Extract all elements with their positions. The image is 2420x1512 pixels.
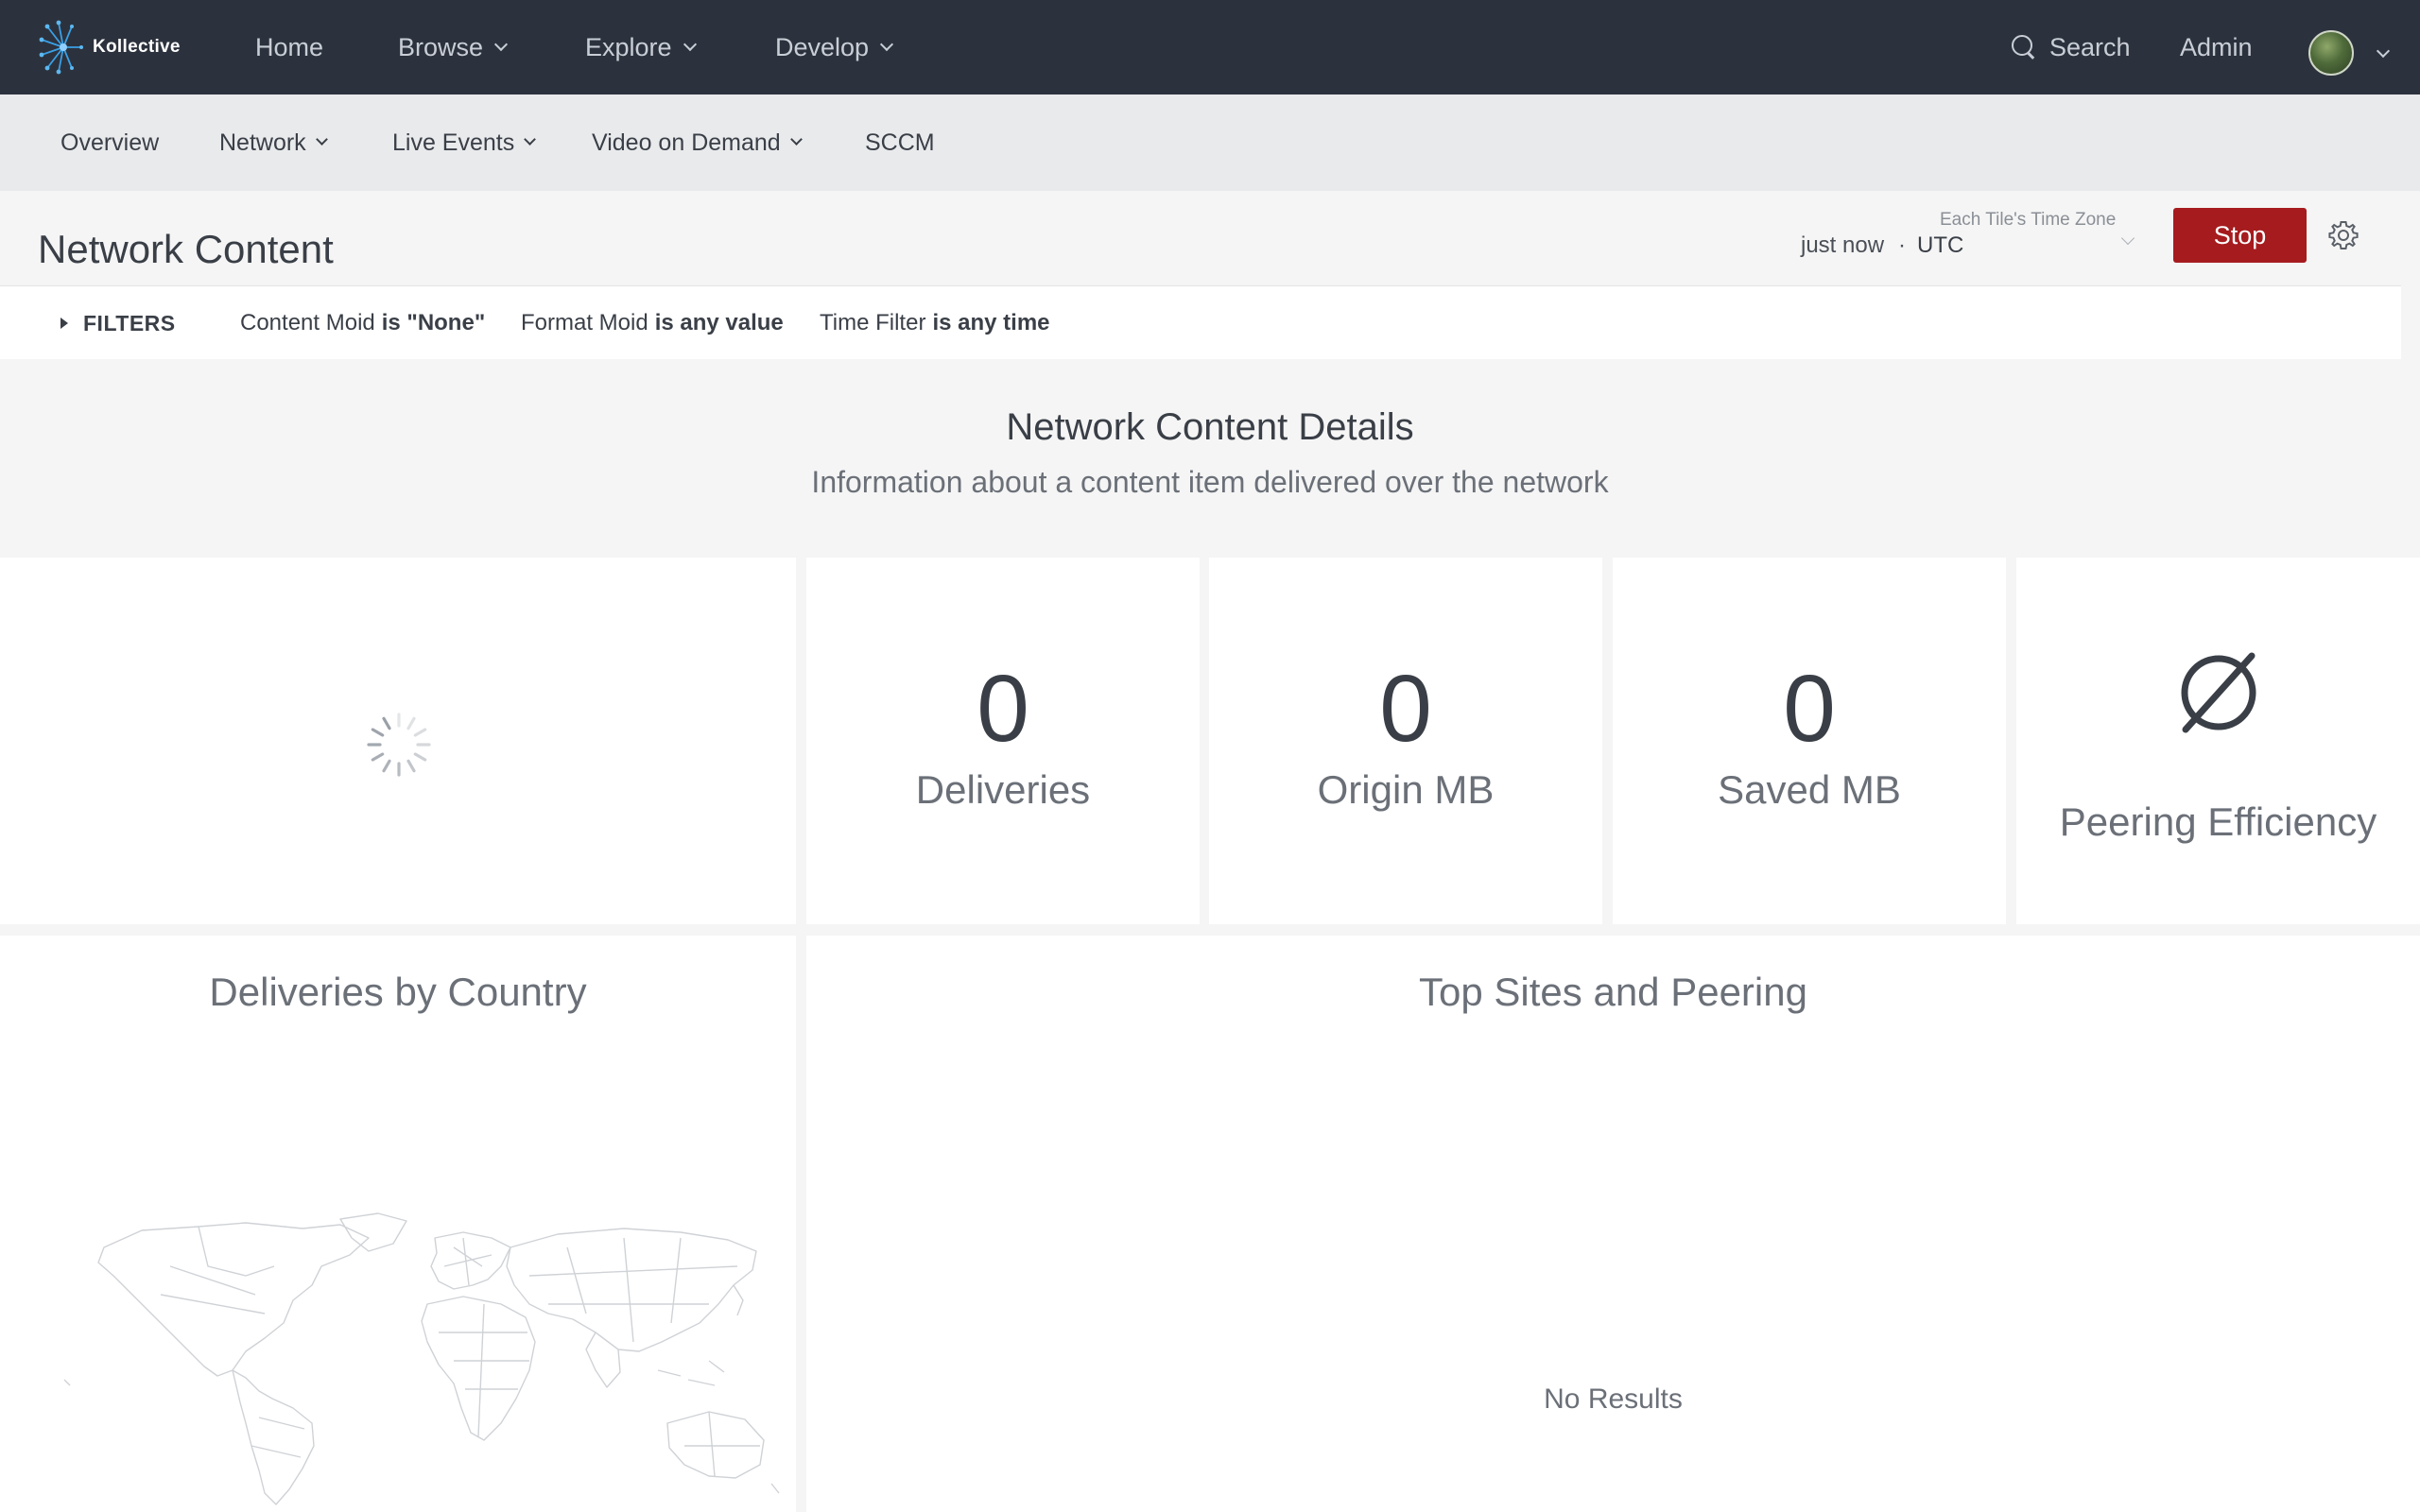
last-refreshed: just now: [1801, 232, 1885, 258]
tile-top-sites-and-peering: Top Sites and Peering No Results: [806, 936, 2420, 1512]
subnav-network-label: Network: [219, 129, 306, 156]
nav-search-label: Search: [2049, 32, 2131, 61]
world-map-icon: [63, 1212, 780, 1505]
origin-mb-label: Origin MB: [1317, 767, 1495, 812]
nav-home-label: Home: [255, 32, 324, 61]
chevron-down-icon: [879, 37, 894, 51]
filter-value: is any value: [654, 310, 784, 335]
tile-saved-mb: 0 Saved MB: [1613, 558, 2006, 924]
saved-mb-label: Saved MB: [1718, 767, 1901, 812]
page-title: Network Content: [38, 227, 334, 271]
dashboard-header: Network Content Each Tile's Time Zone ju…: [0, 191, 2420, 285]
subnav-sccm[interactable]: SCCM: [865, 94, 935, 191]
secondary-navigation-bar: Overview Network Live Events Video on De…: [0, 94, 2420, 191]
filter-field: Time Filter: [820, 310, 926, 335]
gear-icon[interactable]: [2327, 219, 2360, 251]
tile-origin-mb: 0 Origin MB: [1209, 558, 1602, 924]
nav-browse[interactable]: Browse: [398, 0, 509, 94]
nav-develop-label: Develop: [775, 32, 870, 61]
filters-label: FILTERS: [83, 310, 176, 335]
timezone-caption: Each Tile's Time Zone: [1940, 210, 2117, 230]
nav-home[interactable]: Home: [255, 0, 323, 94]
deliveries-label: Deliveries: [915, 767, 1091, 812]
empty-set-icon: [2181, 652, 2256, 733]
timezone-dropdown-toggle[interactable]: [2110, 231, 2135, 248]
tile-loading: [0, 558, 796, 924]
nav-explore[interactable]: Explore: [585, 0, 697, 94]
spinner-icon: [367, 713, 431, 777]
filter-field: Format Moid: [521, 310, 648, 335]
top-navigation-bar: Kollective Home Browse Explore Develop S…: [0, 0, 2420, 94]
tile-peering-efficiency: Peering Efficiency: [2016, 558, 2420, 924]
subnav-overview[interactable]: Overview: [60, 94, 159, 191]
subnav-sccm-label: SCCM: [865, 129, 935, 156]
dashboard-subtitle: Information about a content item deliver…: [811, 465, 1609, 499]
chevron-down-icon: [683, 37, 697, 51]
avatar-menu-toggle[interactable]: [2365, 43, 2391, 60]
nav-browse-label: Browse: [398, 32, 484, 61]
nav-search[interactable]: Search: [2012, 0, 2131, 94]
filter-field: Content Moid: [240, 310, 375, 335]
chevron-down-icon: [2120, 231, 2135, 246]
dashboard-title: Network Content Details: [1006, 406, 1414, 448]
search-icon: [2012, 35, 2036, 60]
tile-deliveries-by-country: Deliveries by Country: [0, 936, 796, 1512]
nav-admin[interactable]: Admin: [2180, 0, 2253, 94]
saved-mb-value: 0: [1783, 656, 1836, 762]
kollective-logo-icon: [39, 20, 83, 75]
filter-value: is "None": [381, 310, 486, 335]
deliveries-by-country-title: Deliveries by Country: [209, 970, 587, 1014]
filter-value: is any time: [932, 310, 1050, 335]
separator-dot: ·: [1898, 232, 1906, 258]
brand-name: Kollective: [93, 37, 181, 57]
filters-toggle[interactable]: FILTERS: [60, 286, 176, 360]
origin-mb-value: 0: [1379, 656, 1432, 762]
chevron-down-icon: [789, 133, 803, 146]
filter-format-moid[interactable]: Format Moid is any value: [521, 286, 784, 360]
chevron-down-icon: [493, 37, 509, 51]
stop-button[interactable]: Stop: [2173, 208, 2307, 263]
nav-develop[interactable]: Develop: [775, 0, 894, 94]
user-avatar[interactable]: [2308, 30, 2354, 76]
no-results-message: No Results: [1544, 1383, 1683, 1415]
timezone-select[interactable]: UTC: [1917, 232, 1963, 259]
nav-explore-label: Explore: [585, 32, 672, 61]
nav-admin-label: Admin: [2180, 32, 2253, 61]
chevron-down-icon: [2376, 43, 2391, 59]
peering-efficiency-label: Peering Efficiency: [2059, 799, 2377, 844]
chevron-down-icon: [315, 133, 328, 146]
kollective-logo[interactable]: Kollective: [38, 19, 181, 76]
caret-right-icon: [60, 318, 68, 329]
filter-content-moid[interactable]: Content Moid is "None": [240, 286, 485, 360]
top-sites-title: Top Sites and Peering: [1419, 970, 1807, 1014]
subnav-live-events[interactable]: Live Events: [392, 94, 537, 191]
filters-bar: FILTERS Content Moid is "None" Format Mo…: [0, 285, 2401, 359]
tile-deliveries: 0 Deliveries: [806, 558, 1200, 924]
subnav-video-on-demand-label: Video on Demand: [592, 129, 781, 156]
subnav-overview-label: Overview: [60, 129, 160, 156]
subnav-video-on-demand[interactable]: Video on Demand: [592, 94, 803, 191]
subnav-live-events-label: Live Events: [392, 129, 515, 156]
subnav-network[interactable]: Network: [219, 94, 328, 191]
deliveries-value: 0: [977, 656, 1029, 762]
filter-time[interactable]: Time Filter is any time: [820, 286, 1050, 360]
chevron-down-icon: [524, 133, 537, 146]
